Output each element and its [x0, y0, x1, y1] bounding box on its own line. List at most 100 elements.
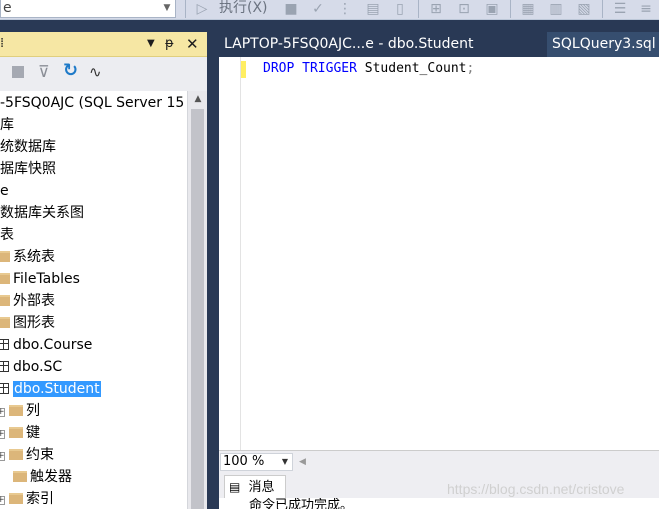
pin-icon[interactable]: ᵽ — [165, 36, 174, 52]
tree-node-database-snapshots[interactable]: 据库快照 — [0, 158, 56, 180]
tree-node-label: 据库快照 — [0, 161, 56, 177]
tree-node-label: 系统表 — [13, 249, 55, 265]
tree-node-database[interactable]: e — [0, 180, 9, 202]
tree-node-label: 索引 — [26, 491, 54, 507]
object-explorer-scrollbar[interactable]: ▲ — [187, 91, 207, 509]
server-label: -5FSQ0AJC (SQL Server 15 — [0, 95, 185, 111]
table-icon — [0, 361, 9, 372]
folder-icon — [9, 493, 23, 504]
tree-node-graph-tables[interactable]: 图形表 — [0, 312, 55, 334]
folder-icon — [13, 471, 27, 482]
results-grid-icon[interactable]: ▥ — [546, 0, 566, 18]
display-plan-icon[interactable]: ⋮ — [336, 0, 354, 18]
tree-node-server[interactable]: -5FSQ0AJC (SQL Server 15 — [0, 92, 184, 114]
tree-node-constraints[interactable]: + 约束 — [0, 444, 54, 466]
tab-messages[interactable]: ▤ 消息 — [224, 475, 286, 498]
window-position-icon[interactable]: ▼ — [147, 36, 155, 52]
toolbar-separator — [418, 0, 419, 18]
tree-node-system-tables[interactable]: 系统表 — [0, 246, 55, 268]
keyword-drop: DROP — [263, 61, 295, 76]
tree-node-label: 外部表 — [13, 293, 55, 309]
tree-node-external-tables[interactable]: 外部表 — [0, 290, 55, 312]
tree-node-system-databases[interactable]: 统数据库 — [0, 136, 56, 158]
tree-node-label: e — [0, 183, 9, 199]
code-line[interactable]: DROP TRIGGER Student_Count; — [263, 60, 474, 78]
tree-node-label: dbo.SC — [13, 359, 63, 375]
parse-check-icon[interactable]: ✓ — [310, 0, 326, 18]
tree-node-table-student[interactable]: dbo.Student — [0, 378, 102, 400]
tree-node-label: 约束 — [26, 447, 54, 463]
object-explorer-header: ⁞ ▼ ᵽ ✕ — [0, 32, 207, 57]
folder-icon — [9, 427, 23, 438]
tree-node[interactable]: 库 — [0, 114, 14, 136]
tree-node-label: 库 — [0, 117, 14, 133]
tree-node-filetables[interactable]: FileTables — [0, 268, 80, 290]
folder-icon — [0, 273, 10, 284]
database-selector-value: e — [3, 0, 12, 16]
folder-icon — [0, 317, 10, 328]
tree-node-label: 数据库关系图 — [0, 205, 84, 221]
stop-icon[interactable] — [12, 66, 24, 78]
tree-node-label: dbo.Course — [13, 337, 93, 353]
expand-icon[interactable]: + — [0, 496, 5, 505]
include-plan-icon[interactable]: ⊞ — [426, 0, 446, 18]
object-explorer-panel: ⁞ ▼ ᵽ ✕ ⊽ ↻ ∿ -5FSQ0AJC (SQL Server 15 库… — [0, 32, 207, 509]
toolbar-separator — [602, 0, 603, 18]
scrollbar-thumb[interactable] — [191, 109, 204, 509]
zoom-selector[interactable]: 100 % ▼ — [220, 453, 293, 471]
execute-icon[interactable]: ▷ — [195, 0, 209, 18]
message-text: 命令已成功完成。 — [249, 498, 354, 509]
panel-splitter[interactable] — [207, 32, 219, 509]
tree-node-label: FileTables — [13, 271, 80, 287]
tree-node-tables[interactable]: 表 — [0, 224, 14, 246]
filter-icon[interactable]: ⊽ — [38, 62, 50, 82]
intellisense-icon[interactable]: ▯ — [392, 0, 408, 18]
scroll-left-icon[interactable]: ◀ — [299, 455, 309, 469]
client-stats-icon[interactable]: ▣ — [482, 0, 502, 18]
tree-node-label: 列 — [26, 403, 40, 419]
toolbar: e ▼ ▷ 执行(X) ■ ✓ ⋮ ▤ ▯ ⊞ ⊡ ▣ ▦ ▥ ▧ ☰ ≡ — [0, 0, 659, 20]
tree-node-table-course[interactable]: dbo.Course — [0, 334, 92, 356]
folder-icon — [0, 295, 10, 306]
keyword-trigger: TRIGGER — [302, 61, 357, 76]
editor-status-bar: 100 % ▼ ◀ — [219, 450, 659, 472]
tab-sqlquery3[interactable]: SQLQuery3.sql — [547, 32, 659, 57]
editor-gutter — [219, 57, 241, 450]
document-tab-strip: LAPTOP-5FSQ0AJC...e - dbo.Student SQLQue… — [219, 32, 659, 57]
expand-icon[interactable]: + — [0, 452, 5, 461]
close-icon[interactable]: ✕ — [186, 36, 199, 52]
folder-icon — [9, 449, 23, 460]
tree-node-table-sc[interactable]: dbo.SC — [0, 356, 62, 378]
expand-icon[interactable]: + — [0, 430, 5, 439]
activity-monitor-icon[interactable]: ∿ — [89, 62, 102, 82]
watermark: https://blog.csdn.net/cristove — [447, 481, 625, 497]
tree-node-columns[interactable]: + 列 — [0, 400, 40, 422]
scroll-up-icon[interactable]: ▲ — [192, 93, 204, 105]
live-stats-icon[interactable]: ⊡ — [454, 0, 474, 18]
tree-node-label-selected: dbo.Student — [12, 380, 102, 398]
database-selector[interactable]: e ▼ — [0, 0, 176, 18]
tab-messages-label: 消息 — [248, 480, 275, 495]
chevron-down-icon[interactable]: ▼ — [162, 3, 172, 13]
stop-icon[interactable]: ■ — [284, 0, 298, 18]
tree-node-indexes[interactable]: + 索引 — [0, 488, 54, 509]
chevron-down-icon[interactable]: ▼ — [279, 454, 291, 470]
messages-pane: 命令已成功完成。 — [219, 498, 659, 509]
uncomment-icon[interactable]: ≡ — [636, 0, 656, 18]
tab-query-student[interactable]: LAPTOP-5FSQ0AJC...e - dbo.Student — [219, 32, 541, 57]
refresh-icon[interactable]: ↻ — [63, 61, 78, 81]
execute-button[interactable]: 执行(X) — [219, 0, 268, 18]
results-file-icon[interactable]: ▧ — [574, 0, 594, 18]
results-text-icon[interactable]: ▦ — [518, 0, 538, 18]
zoom-value: 100 % — [223, 454, 265, 469]
query-editor[interactable]: DROP TRIGGER Student_Count; — [219, 57, 659, 450]
comment-icon[interactable]: ☰ — [610, 0, 630, 18]
trigger-identifier: Student_Count — [364, 61, 467, 76]
tree-node-keys[interactable]: + 键 — [0, 422, 40, 444]
tree-node-diagrams[interactable]: 数据库关系图 — [0, 202, 84, 224]
query-options-icon[interactable]: ▤ — [364, 0, 382, 18]
tree-node-label: 统数据库 — [0, 139, 56, 155]
tree-node-label: 触发器 — [30, 469, 72, 485]
expand-icon[interactable]: + — [0, 408, 5, 417]
tree-node-triggers[interactable]: 触发器 — [13, 466, 72, 488]
